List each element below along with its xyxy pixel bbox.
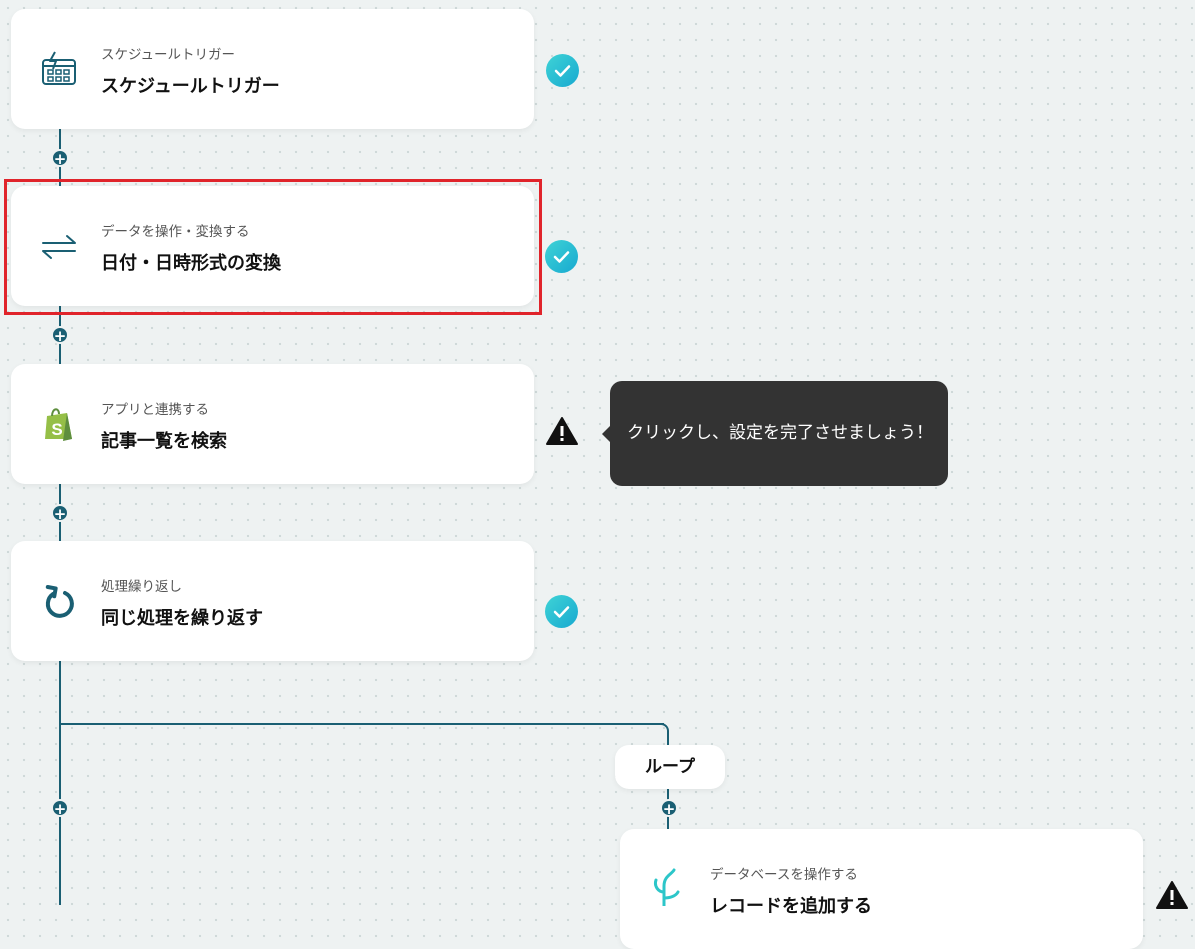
- connector-line-branch-down-1: [667, 731, 669, 746]
- svg-text:S: S: [51, 420, 62, 439]
- swap-arrows-icon: [42, 235, 76, 259]
- loop-icon: [45, 585, 74, 618]
- add-step-button[interactable]: +: [51, 799, 69, 818]
- completed-check-icon: [545, 595, 578, 628]
- step-card-schedule-trigger[interactable]: スケジュールトリガー スケジュールトリガー: [11, 9, 534, 129]
- step-card-date-convert[interactable]: データを操作・変換する 日付・日時形式の変換: [11, 186, 534, 306]
- warning-icon: [1156, 881, 1188, 909]
- add-step-button[interactable]: +: [51, 504, 69, 523]
- shopify-bag-icon: S: [45, 408, 72, 441]
- step-title: レコードを追加する: [710, 896, 872, 917]
- step-category: アプリと連携する: [101, 402, 209, 418]
- step-category: スケジュールトリガー: [101, 47, 236, 63]
- database-plant-icon: [654, 868, 680, 906]
- step-title: 日付・日時形式の変換: [101, 253, 281, 274]
- step-category: 処理繰り返し: [101, 579, 182, 595]
- completed-check-icon: [545, 240, 578, 273]
- add-step-button-loop[interactable]: +: [660, 799, 678, 818]
- calendar-lightning-icon: [42, 51, 76, 85]
- step-category: データベースを操作する: [710, 867, 858, 883]
- completed-check-icon: [546, 54, 579, 87]
- loop-branch-label[interactable]: ループ: [615, 745, 725, 789]
- step-card-database-add[interactable]: データベースを操作する レコードを追加する: [620, 829, 1143, 949]
- step-title: 同じ処理を繰り返す: [101, 608, 263, 629]
- step-card-loop[interactable]: 処理繰り返し 同じ処理を繰り返す: [11, 541, 534, 661]
- add-step-button[interactable]: +: [51, 149, 69, 168]
- warning-icon: [546, 417, 578, 445]
- step-category: データを操作・変換する: [101, 224, 250, 240]
- step-title: スケジュールトリガー: [101, 76, 280, 97]
- step-card-shopify-search[interactable]: S アプリと連携する 記事一覧を検索: [11, 364, 534, 484]
- step-title: 記事一覧を検索: [101, 431, 227, 452]
- add-step-button[interactable]: +: [51, 326, 69, 345]
- setup-tooltip: クリックし、設定を完了させましょう！: [602, 381, 948, 486]
- connector-line-branch-horizontal: [60, 723, 664, 725]
